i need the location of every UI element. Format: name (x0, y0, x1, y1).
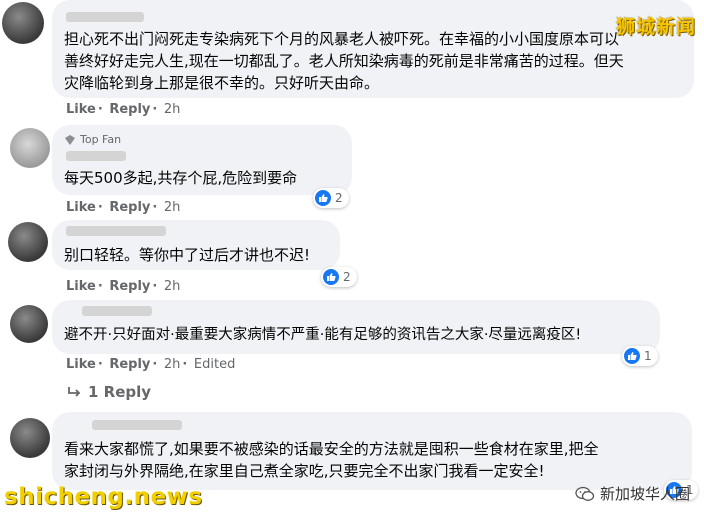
commenter-name[interactable] (66, 151, 126, 161)
reply-button[interactable]: Reply (109, 102, 150, 117)
timestamp[interactable]: 2h (164, 102, 181, 117)
reply-button[interactable]: Reply (109, 357, 150, 372)
separator: · (97, 102, 103, 117)
comment-text-line: 看来大家都慌了,如果要不被感染的话最安全的方法就是囤积一些食材在家里,把全 (64, 440, 599, 458)
badge-label: Top Fan (80, 133, 122, 146)
commenter-name[interactable] (66, 12, 144, 22)
thumbs-up-icon (315, 190, 331, 206)
like-button[interactable]: Like (66, 279, 96, 294)
reply-arrow-icon (68, 387, 81, 397)
like-button[interactable]: Like (66, 357, 96, 372)
reaction-count[interactable]: 2 (313, 188, 349, 208)
comment-bubble: Top Fan 每天500多起,共存个屁,危险到要命 (52, 125, 352, 195)
separator: · (182, 357, 188, 372)
comment-bubble: 担心死不出门闷死走专染病死下个月的风暴老人被吓死。在幸福的小小国度原本可以 善终… (52, 0, 694, 98)
comment-bubble: 避不开·只好面对·最重要大家病情不严重·能有足够的资讯告之大家·尽量远离疫区! (52, 300, 660, 354)
comment-bubble: 看来大家都慌了,如果要不被感染的话最安全的方法就是囤积一些食材在家里,把全 家封… (52, 412, 692, 490)
separator: · (97, 200, 103, 215)
commenter-avatar[interactable] (10, 128, 50, 168)
comment-actions: Like · Reply · 2h (66, 102, 182, 117)
commenter-name[interactable] (82, 306, 152, 316)
separator: · (152, 200, 158, 215)
separator: · (97, 279, 103, 294)
separator: · (152, 357, 158, 372)
watermark-bottom-right: 新加坡华人圈 (575, 483, 690, 504)
reaction-number: 2 (335, 191, 343, 205)
watermark-top-right: 狮城新闻 (615, 16, 696, 38)
separator: · (152, 279, 158, 294)
commenter-avatar[interactable] (10, 305, 48, 343)
comment-text-line: 每天500多起,共存个屁,危险到要命 (64, 169, 298, 187)
watermark-bottom-left: shicheng.news (4, 484, 203, 510)
thumbs-up-icon (323, 269, 339, 285)
reaction-number: 1 (644, 349, 652, 363)
top-fan-badge: Top Fan (64, 133, 121, 146)
wechat-icon (575, 486, 595, 501)
timestamp[interactable]: 2h (164, 200, 181, 215)
comment-text-line: 家封闭与外界隔绝,在家里自己煮全家吃,只要完全不出家门我看一定安全! (64, 462, 545, 480)
like-button[interactable]: Like (66, 102, 96, 117)
comment-actions: Like · Reply · 2h · Edited (66, 357, 237, 372)
separator: · (152, 102, 158, 117)
comment-text-line: 灾降临轮到身上那是很不幸的。只好听天由命。 (64, 74, 380, 92)
commenter-name[interactable] (92, 420, 182, 430)
comment-actions: Like · Reply · 2h (66, 200, 182, 215)
watermark-text: 新加坡华人圈 (599, 485, 690, 503)
top-fan-badge-icon (65, 134, 75, 145)
comment-text-line: 别口轻轻。等你中了过后才讲也不迟! (64, 246, 311, 264)
comment-actions: Like · Reply · 2h (66, 279, 182, 294)
replies-count[interactable]: 1 Reply (88, 383, 151, 401)
comment-text-line: 善终好好走完人生,现在一切都乱了。老人所知染病毒的死前是非常痛苦的过程。但天 (64, 52, 624, 70)
commenter-avatar[interactable] (2, 2, 44, 44)
separator: · (97, 357, 103, 372)
comment-text-line: 避不开·只好面对·最重要大家病情不严重·能有足够的资讯告之大家·尽量远离疫区! (64, 327, 582, 343)
view-replies-link[interactable]: 1 Reply (66, 383, 151, 401)
comment-bubble: 别口轻轻。等你中了过后才讲也不迟! (52, 220, 340, 270)
reply-button[interactable]: Reply (109, 279, 150, 294)
like-button[interactable]: Like (66, 200, 96, 215)
commenter-avatar[interactable] (10, 418, 50, 458)
timestamp[interactable]: 2h (164, 279, 181, 294)
reaction-number: 2 (343, 270, 351, 284)
reaction-count[interactable]: 2 (321, 267, 357, 287)
reaction-count[interactable]: 1 (622, 346, 658, 366)
commenter-avatar[interactable] (8, 222, 48, 262)
comment-text-line: 担心死不出门闷死走专染病死下个月的风暴老人被吓死。在幸福的小小国度原本可以 (64, 30, 620, 48)
timestamp[interactable]: 2h (164, 357, 181, 372)
edited-label[interactable]: Edited (194, 357, 235, 372)
commenter-name[interactable] (66, 226, 166, 236)
reply-button[interactable]: Reply (109, 200, 150, 215)
thumbs-up-icon (624, 348, 640, 364)
